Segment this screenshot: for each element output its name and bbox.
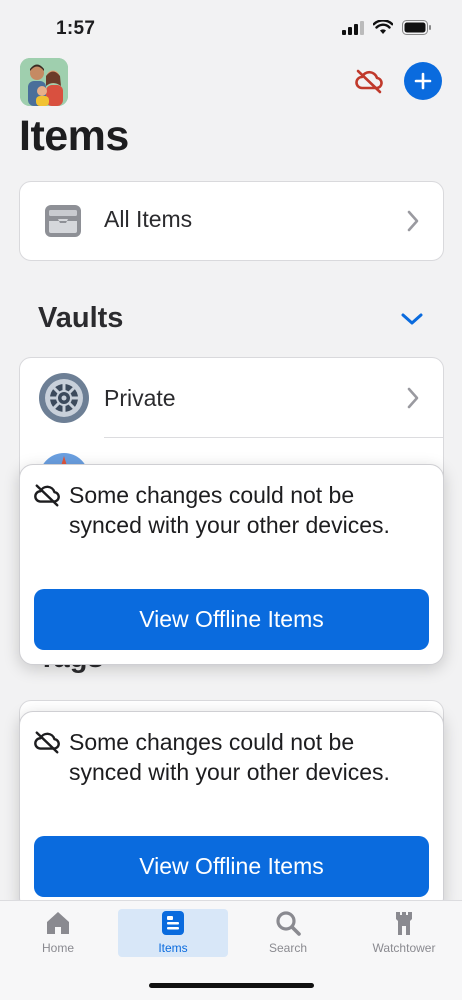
items-icon <box>162 911 184 935</box>
tab-items[interactable]: Items <box>118 909 228 957</box>
cloud-off-icon <box>34 484 60 507</box>
all-items-icon <box>44 202 82 240</box>
cloud-off-icon <box>34 731 60 754</box>
all-items-row[interactable]: All Items <box>19 181 444 261</box>
vault-row-private[interactable]: Private <box>20 358 443 438</box>
tab-items-label: Items <box>158 941 188 955</box>
all-items-label: All Items <box>104 206 193 232</box>
vaults-collapse-toggle[interactable] <box>398 305 426 333</box>
chevron-down-icon <box>401 313 423 325</box>
tab-home[interactable]: Home <box>3 909 113 957</box>
vaults-section-title: Vaults <box>38 302 124 334</box>
wifi-icon <box>373 20 393 34</box>
tab-watchtower-label: Watchtower <box>372 941 436 955</box>
status-time: 1:57 <box>56 18 96 39</box>
row-divider <box>104 437 443 438</box>
tab-watchtower[interactable]: Watchtower <box>349 909 459 957</box>
chevron-right-icon <box>407 387 419 409</box>
family-avatar-icon <box>20 58 68 106</box>
sync-error-toast: Some changes could not be synced with yo… <box>19 464 444 665</box>
battery-icon <box>402 20 431 35</box>
cloud-off-icon <box>355 69 383 94</box>
toast-message: Some changes could not be synced with yo… <box>69 729 390 785</box>
sync-error-toast: Some changes could not be synced with yo… <box>19 711 444 912</box>
view-offline-items-button[interactable]: View Offline Items <box>34 836 429 897</box>
status-icons <box>342 20 432 35</box>
search-icon <box>276 911 301 936</box>
tab-home-label: Home <box>41 941 74 955</box>
vault-private-label: Private <box>104 385 176 411</box>
add-item-button[interactable] <box>404 62 442 100</box>
home-icon <box>47 912 69 934</box>
tab-search-label: Search <box>268 941 308 955</box>
page-title: Items <box>19 112 129 160</box>
avatar[interactable] <box>20 58 68 106</box>
home-indicator <box>149 983 314 988</box>
signal-icon <box>342 20 364 35</box>
sync-off-button[interactable] <box>352 64 386 98</box>
vault-private-icon <box>39 373 89 423</box>
chevron-right-icon <box>407 210 419 232</box>
tab-search[interactable]: Search <box>233 909 343 957</box>
view-offline-items-button[interactable]: View Offline Items <box>34 589 429 650</box>
plus-icon <box>414 72 432 90</box>
toast-message: Some changes could not be synced with yo… <box>69 482 390 538</box>
watchtower-icon <box>396 912 412 935</box>
